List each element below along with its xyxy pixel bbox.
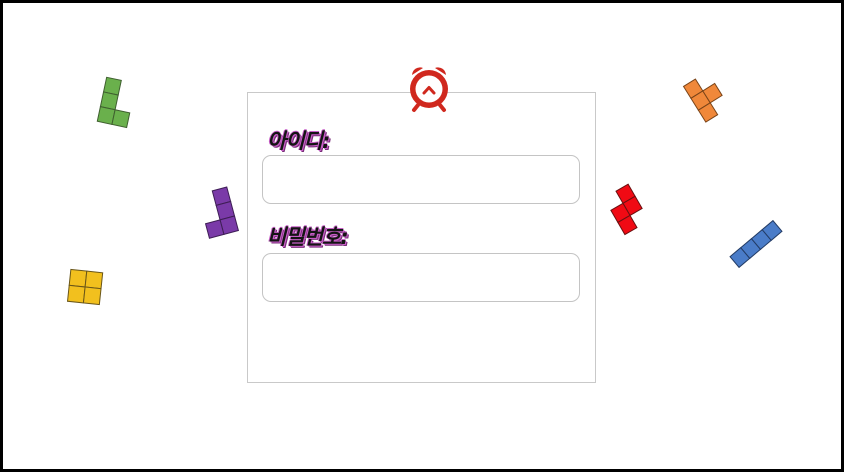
login-card: 아이디: 비밀번호:: [247, 92, 596, 383]
password-input[interactable]: [262, 253, 580, 302]
alarm-clock-icon: [410, 67, 448, 112]
blue-i-tetromino: [729, 219, 783, 269]
id-input[interactable]: [262, 155, 580, 204]
orange-t-tetromino: [682, 78, 723, 123]
green-l-tetromino: [96, 76, 131, 129]
purple-j-tetromino: [204, 186, 240, 239]
password-label: 비밀번호:: [267, 225, 349, 249]
yellow-o-tetromino: [66, 268, 104, 306]
id-label: 아이디:: [267, 129, 330, 153]
red-z-tetromino: [610, 183, 643, 236]
